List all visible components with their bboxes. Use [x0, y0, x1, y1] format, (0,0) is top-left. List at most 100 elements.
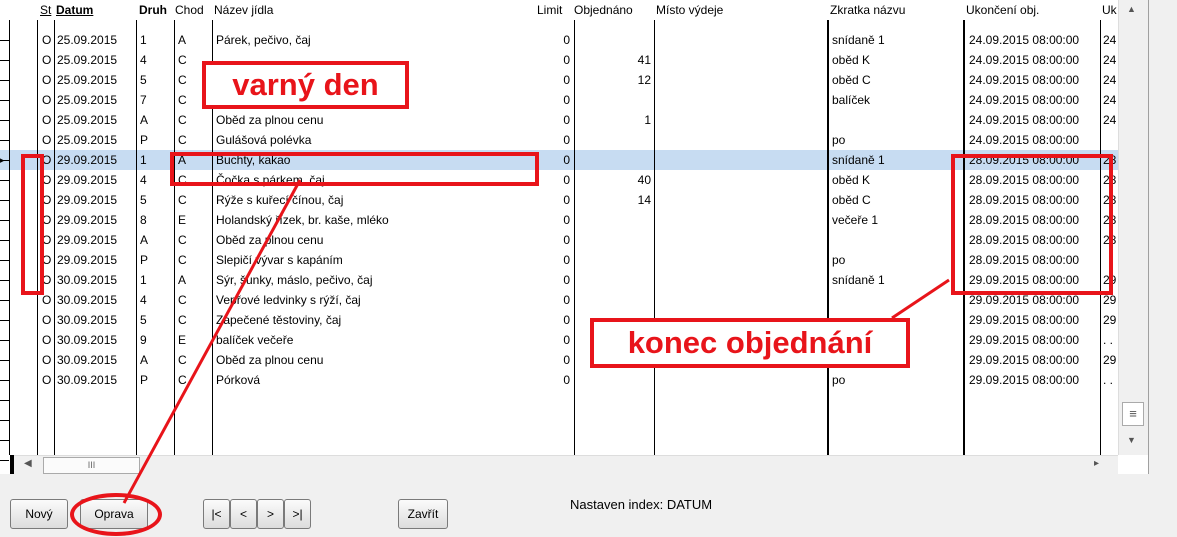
cell-zkratka[interactable]: oběd C: [832, 190, 960, 210]
cell-objednano[interactable]: [577, 210, 651, 230]
cell-st[interactable]: O: [42, 130, 54, 150]
header-uk[interactable]: Uk: [1102, 0, 1117, 21]
cell-zkratka[interactable]: po: [832, 370, 960, 390]
cell-datum[interactable]: 29.09.2015: [57, 150, 135, 170]
cell-datum[interactable]: 29.09.2015: [57, 170, 135, 190]
cell-druh[interactable]: P: [140, 250, 173, 270]
cell-zkratka[interactable]: [832, 290, 960, 310]
cell-ukonceni[interactable]: 24.09.2015 08:00:00: [969, 70, 1099, 90]
cell-zkratka[interactable]: večeře 1: [832, 210, 960, 230]
next-record-button[interactable]: >: [257, 499, 284, 529]
cell-zkratka[interactable]: snídaně 1: [832, 270, 960, 290]
table-row[interactable]: O 30.09.2015 9 Ebalíček večeře 0 29.09.2015 0…: [0, 330, 1118, 350]
cell-druh[interactable]: P: [140, 130, 173, 150]
cell-objednano[interactable]: 41: [577, 50, 651, 70]
scroll-up-icon[interactable]: ▲: [1127, 4, 1136, 14]
cell-st[interactable]: O: [42, 350, 54, 370]
cell-limit[interactable]: 0: [540, 270, 570, 290]
cell-chod[interactable]: A: [178, 30, 211, 50]
cell-datum[interactable]: 25.09.2015: [57, 110, 135, 130]
cell-datum[interactable]: 25.09.2015: [57, 30, 135, 50]
cell-st[interactable]: O: [42, 50, 54, 70]
cell-datum[interactable]: 25.09.2015: [57, 90, 135, 110]
cell-limit[interactable]: 0: [540, 250, 570, 270]
cell-nazev[interactable]: Rýže s kuřecí čínou, čaj: [216, 190, 536, 210]
cell-st[interactable]: O: [42, 30, 54, 50]
cell-limit[interactable]: 0: [540, 230, 570, 250]
cell-uk[interactable]: 24: [1103, 90, 1119, 110]
cell-objednano[interactable]: 14: [577, 190, 651, 210]
cell-nazev[interactable]: Holandský řízek, br. kaše, mléko: [216, 210, 536, 230]
cell-ukonceni[interactable]: 29.09.2015 08:00:00: [969, 330, 1099, 350]
table-row[interactable]: O 30.09.2015 5 C Zapečené těstoviny, čaj 0 29.…: [0, 310, 1118, 330]
cell-chod[interactable]: E: [178, 210, 211, 230]
cell-nazev[interactable]: Sýr, šunky, máslo, pečivo, čaj: [216, 270, 536, 290]
cell-limit[interactable]: 0: [540, 150, 570, 170]
cell-druh[interactable]: 5: [140, 310, 173, 330]
scroll-thumb[interactable]: ≡: [1122, 402, 1144, 426]
cell-st[interactable]: O: [42, 110, 54, 130]
header-zkratka[interactable]: Zkratka názvu: [830, 0, 905, 21]
cell-druh[interactable]: 1: [140, 270, 173, 290]
cell-limit[interactable]: 0: [540, 350, 570, 370]
horizontal-scrollbar[interactable]: ◀ III ▸: [10, 455, 1118, 474]
cell-uk[interactable]: 29: [1103, 310, 1119, 330]
cell-limit[interactable]: 0: [540, 50, 570, 70]
cell-datum[interactable]: 30.09.2015: [57, 370, 135, 390]
cell-ukonceni[interactable]: 24.09.2015 08:00:00: [969, 110, 1099, 130]
cell-uk[interactable]: [1103, 130, 1119, 150]
table-row[interactable]: O25.09.20157Cbalíček místo oběda0balíček…: [0, 90, 1118, 110]
cell-ukonceni[interactable]: 24.09.2015 08:00:00: [969, 50, 1099, 70]
header-misto-vydeje[interactable]: Místo výdeje: [656, 0, 723, 21]
cell-nazev[interactable]: Zapečené těstoviny, čaj: [216, 310, 536, 330]
cell-limit[interactable]: 0: [540, 210, 570, 230]
cell-objednano[interactable]: [577, 150, 651, 170]
cell-druh[interactable]: A: [140, 350, 173, 370]
header-st[interactable]: St: [40, 0, 51, 21]
table-row[interactable]: O 25.09.2015 A C Oběd za plnou cenu 0 1 24.09.2…: [0, 110, 1118, 130]
cell-datum[interactable]: 25.09.2015: [57, 70, 135, 90]
cell-objednano[interactable]: [577, 130, 651, 150]
cell-zkratka[interactable]: po: [832, 130, 960, 150]
cell-chod[interactable]: C: [178, 310, 211, 330]
cell-chod[interactable]: C: [178, 290, 211, 310]
cell-st[interactable]: O: [42, 70, 54, 90]
cell-datum[interactable]: 30.09.2015: [57, 270, 135, 290]
cell-ukonceni[interactable]: 29.09.2015 08:00:00: [969, 310, 1099, 330]
cell-objednano[interactable]: [577, 30, 651, 50]
table-row[interactable]: O 25.09.2015 5 C 0 12 oběd C 24.09.2015 08:00:0…: [0, 70, 1118, 90]
scroll-thumb-horizontal[interactable]: III: [43, 457, 140, 474]
header-limit[interactable]: Limit: [537, 0, 562, 21]
cell-zkratka[interactable]: balíček: [832, 90, 960, 110]
cell-druh[interactable]: 1: [140, 150, 173, 170]
cell-zkratka[interactable]: [832, 110, 960, 130]
scroll-right-icon[interactable]: ▸: [1094, 458, 1099, 469]
cell-st[interactable]: O: [42, 370, 54, 390]
cell-zkratka[interactable]: oběd K: [832, 50, 960, 70]
cell-limit[interactable]: 0: [540, 110, 570, 130]
cell-chod[interactable]: C: [178, 370, 211, 390]
cell-limit[interactable]: 0: [540, 330, 570, 350]
cell-druh[interactable]: A: [140, 230, 173, 250]
table-row[interactable]: O 30.09.2015 P C Pórková 0 po 29.09.2015 08:00:…: [0, 370, 1118, 390]
cell-datum[interactable]: 29.09.2015: [57, 230, 135, 250]
header-chod[interactable]: Chod: [175, 0, 204, 21]
table-row[interactable]: O 25.09.2015 P C Gulášová polévka 0 po 24.09.20…: [0, 130, 1118, 150]
cell-ukonceni[interactable]: 29.09.2015 08:00:00: [969, 370, 1099, 390]
cell-nazev[interactable]: Gulášová polévka: [216, 130, 536, 150]
cell-objednano[interactable]: 12: [577, 70, 651, 90]
first-record-button[interactable]: |<: [203, 499, 230, 529]
cell-uk[interactable]: 29: [1103, 350, 1119, 370]
cell-objednano[interactable]: [577, 370, 651, 390]
cell-datum[interactable]: 30.09.2015: [57, 330, 135, 350]
cell-druh[interactable]: A: [140, 110, 173, 130]
cell-uk[interactable]: 24: [1103, 110, 1119, 130]
cell-zkratka[interactable]: oběd K: [832, 170, 960, 190]
cell-limit[interactable]: 0: [540, 190, 570, 210]
header-druh[interactable]: Druh: [139, 0, 167, 21]
cell-datum[interactable]: 29.09.2015: [57, 190, 135, 210]
cell-nazev[interactable]: Oběd za plnou cenu: [216, 230, 536, 250]
table-row[interactable]: O 30.09.2015 A C Oběd za plnou cenu 0 29.09.20…: [0, 350, 1118, 370]
cell-uk[interactable]: 24: [1103, 50, 1119, 70]
cell-limit[interactable]: 0: [540, 290, 570, 310]
